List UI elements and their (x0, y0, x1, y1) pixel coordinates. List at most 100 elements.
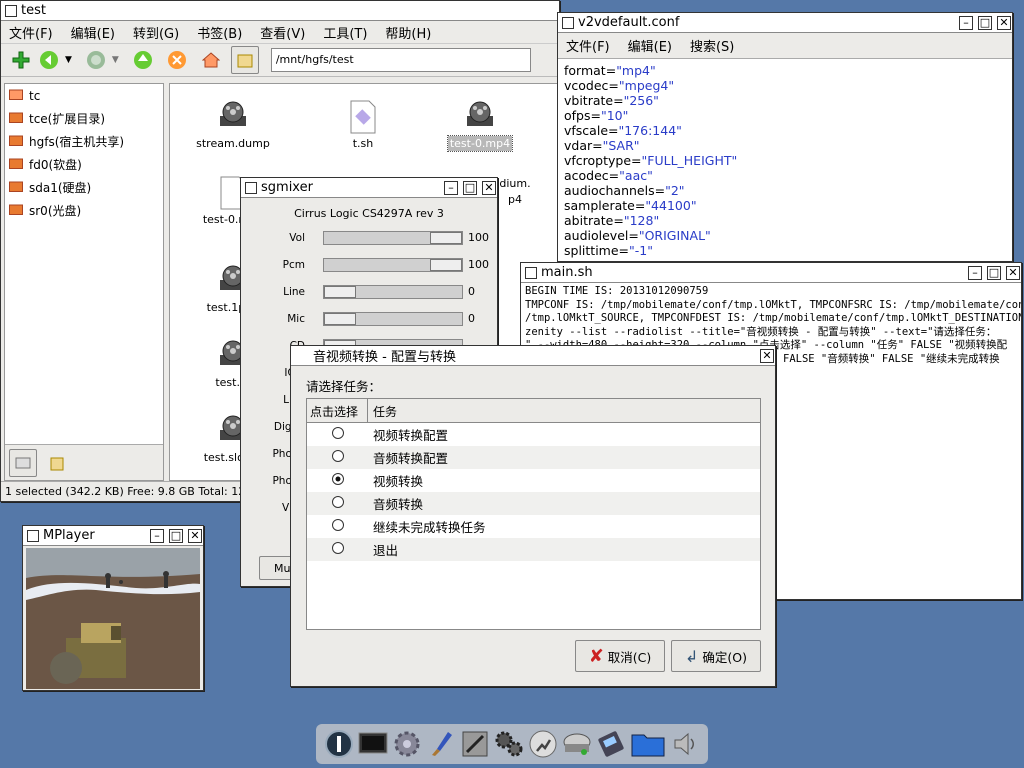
place-item[interactable]: hgfs(宿主机共享) (5, 130, 163, 153)
folder-icon[interactable] (43, 449, 71, 477)
forward-icon[interactable] (84, 48, 108, 72)
menu-item[interactable]: 文件(F) (566, 36, 610, 55)
terminal-icon[interactable] (358, 727, 388, 761)
window-menu-icon[interactable] (27, 529, 39, 542)
radio-icon[interactable] (331, 449, 345, 466)
config-value: "128" (623, 213, 660, 228)
radio-icon[interactable] (331, 518, 345, 535)
task-radio[interactable] (307, 518, 368, 535)
file-item[interactable]: test-0.mp4 (435, 100, 525, 152)
back-dropdown-icon[interactable]: ▼ (65, 55, 72, 65)
menu-item[interactable]: 书签(B) (197, 23, 242, 42)
slider-handle[interactable] (324, 312, 356, 325)
runner-icon[interactable] (528, 727, 558, 761)
file-item[interactable]: t.sh (318, 100, 408, 150)
task-row[interactable]: 音频转换 (307, 492, 760, 515)
gears-icon[interactable] (494, 727, 524, 761)
config-editor-titlebar[interactable]: v2vdefault.conf – □ ✕ (558, 13, 1012, 33)
place-item[interactable]: tce(扩展目录) (5, 107, 163, 130)
maximize-icon[interactable]: □ (987, 265, 1001, 280)
task-radio[interactable] (307, 426, 368, 443)
menu-item[interactable]: 搜索(S) (690, 36, 734, 55)
minimize-icon[interactable]: – (959, 15, 973, 30)
ok-button[interactable]: ↲ 确定(O) (671, 640, 761, 672)
main-sh-titlebar[interactable]: main.sh – □ ✕ (521, 263, 1021, 283)
place-item[interactable]: tc (5, 84, 163, 107)
drive-icon[interactable] (9, 449, 37, 477)
close-icon[interactable]: ✕ (997, 15, 1011, 30)
menu-item[interactable]: 文件(F) (9, 23, 53, 42)
task-row[interactable]: 视频转换 (307, 469, 760, 492)
home-icon[interactable] (199, 48, 223, 72)
window-menu-icon[interactable] (245, 181, 257, 194)
maximize-icon[interactable]: □ (463, 180, 477, 195)
task-row[interactable]: 音频转换配置 (307, 446, 760, 469)
column-header-task[interactable]: 任务 (368, 399, 760, 422)
system-tools-icon[interactable] (460, 727, 490, 761)
volume-slider[interactable] (323, 284, 463, 299)
task-row[interactable]: 视频转换配置 (307, 423, 760, 446)
file-manager-titlebar[interactable]: test (1, 1, 559, 21)
up-icon[interactable] (131, 48, 155, 72)
location-toggle-icon[interactable] (230, 46, 259, 74)
column-header-select[interactable]: 点击选择 (307, 399, 368, 422)
maximize-icon[interactable]: □ (978, 15, 992, 30)
close-icon[interactable]: ✕ (760, 348, 774, 363)
menu-item[interactable]: 工具(T) (323, 23, 367, 42)
video-frame[interactable] (26, 548, 200, 689)
task-radio[interactable] (307, 495, 368, 512)
window-menu-icon[interactable] (5, 4, 17, 17)
close-icon[interactable]: ✕ (482, 180, 496, 195)
window-menu-icon[interactable] (525, 266, 537, 279)
task-radio[interactable] (307, 472, 368, 489)
task-radio[interactable] (307, 449, 368, 466)
radio-icon[interactable] (331, 426, 345, 443)
stop-icon[interactable] (165, 48, 189, 72)
mixer-titlebar[interactable]: sgmixer – □ ✕ (241, 178, 497, 198)
radio-icon[interactable] (331, 495, 345, 512)
minimize-icon[interactable]: – (150, 528, 164, 543)
window-menu-icon[interactable] (562, 16, 574, 29)
phone-icon[interactable] (596, 727, 626, 761)
speaker-icon[interactable] (670, 727, 700, 761)
volume-slider[interactable] (323, 311, 463, 326)
new-icon[interactable] (9, 48, 33, 72)
task-row[interactable]: 继续未完成转换任务 (307, 515, 760, 538)
place-item[interactable]: sr0(光盘) (5, 199, 163, 222)
radio-checked-icon[interactable] (331, 472, 345, 489)
volume-slider[interactable] (323, 230, 463, 245)
close-icon[interactable]: ✕ (1006, 265, 1020, 280)
place-item[interactable]: fd0(软盘) (5, 153, 163, 176)
slider-handle[interactable] (430, 258, 462, 271)
place-item[interactable]: sda1(硬盘) (5, 176, 163, 199)
config-text[interactable]: format="mp4" vcodec="mpeg4" vbitrate="256"… (558, 59, 1012, 262)
volume-slider[interactable] (323, 257, 463, 272)
minimize-icon[interactable]: – (444, 180, 458, 195)
dialog-titlebar[interactable]: 音视频转换 - 配置与转换 ✕ (291, 346, 775, 366)
brush-icon[interactable] (426, 727, 456, 761)
maximize-icon[interactable]: □ (169, 528, 183, 543)
menu-item[interactable]: 帮助(H) (385, 23, 431, 42)
radio-icon[interactable] (331, 541, 345, 558)
folder-icon[interactable] (630, 727, 666, 761)
menu-item[interactable]: 转到(G) (133, 23, 179, 42)
power-icon[interactable] (324, 727, 354, 761)
menu-item[interactable]: 编辑(E) (71, 23, 115, 42)
close-icon[interactable]: ✕ (188, 528, 202, 543)
file-item[interactable]: stream.dump (188, 100, 278, 150)
menu-item[interactable]: 编辑(E) (628, 36, 672, 55)
minimize-icon[interactable]: – (968, 265, 982, 280)
slider-handle[interactable] (430, 231, 462, 244)
disk-drive-icon[interactable] (562, 727, 592, 761)
task-radio[interactable] (307, 541, 368, 558)
menu-item[interactable]: 查看(V) (260, 23, 305, 42)
cancel-button[interactable]: ✘ 取消(C) (575, 640, 665, 672)
forward-dropdown-icon[interactable]: ▼ (112, 55, 119, 65)
location-field[interactable]: /mnt/hgfs/test (270, 48, 531, 72)
file-name: p4 (508, 193, 522, 206)
task-row[interactable]: 退出 (307, 538, 760, 561)
settings-gear-icon[interactable] (392, 727, 422, 761)
slider-handle[interactable] (324, 285, 356, 298)
mplayer-titlebar[interactable]: MPlayer – □ ✕ (23, 526, 203, 546)
back-icon[interactable] (37, 48, 61, 72)
